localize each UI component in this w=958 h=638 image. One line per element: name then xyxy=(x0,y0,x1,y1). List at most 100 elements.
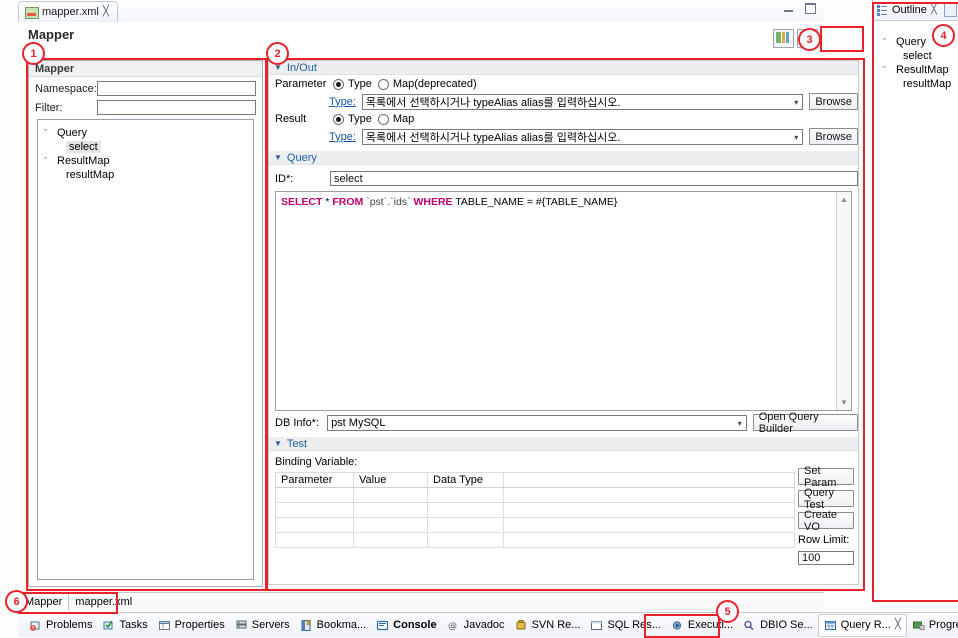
result-type-link[interactable]: Type: xyxy=(329,131,356,143)
binding-variable-label: Binding Variable: xyxy=(269,451,858,468)
tree-item-select[interactable]: select xyxy=(38,140,253,154)
open-query-builder-button[interactable]: Open Query Builder xyxy=(753,414,858,431)
page-icon[interactable] xyxy=(944,3,957,17)
view-tab-properties[interactable]: Properties xyxy=(153,615,230,636)
progress-icon xyxy=(912,619,925,632)
binding-variable-table[interactable]: Parameter Value Data Type xyxy=(275,472,795,548)
view-tab-label: Javadoc xyxy=(464,619,505,631)
sql-statement: SELECT * FROM `pst`.`ids` WHERE TABLE_NA… xyxy=(281,196,831,208)
tree-item-resultmap-child[interactable]: resultMap xyxy=(38,168,253,182)
chevron-down-icon[interactable]: ▾ xyxy=(738,419,742,428)
create-vo-button[interactable]: Create VO xyxy=(798,512,854,529)
section-header-inout[interactable]: ▼ In/Out xyxy=(269,61,858,75)
result-map-radio[interactable]: Map xyxy=(378,113,414,125)
table-row[interactable] xyxy=(276,533,795,548)
chevron-down-icon[interactable]: ˇ xyxy=(44,128,53,138)
query-test-button[interactable]: Query Test xyxy=(798,490,854,507)
sql-scrollbar[interactable]: ▲ ▼ xyxy=(836,192,851,410)
result-browse-button[interactable]: Browse xyxy=(809,128,858,145)
radio-icon[interactable] xyxy=(378,114,389,125)
javadoc-icon: @ xyxy=(447,619,460,632)
view-tab-label: DBIO Se... xyxy=(760,619,813,631)
sql-editor[interactable]: SELECT * FROM `pst`.`ids` WHERE TABLE_NA… xyxy=(275,191,852,411)
view-tab-console[interactable]: Console xyxy=(371,615,441,636)
scroll-down-icon[interactable]: ▼ xyxy=(840,398,848,407)
outline-item-resultmap[interactable]: ˇ ResultMap xyxy=(877,63,958,77)
chevron-down-icon[interactable]: ▾ xyxy=(794,98,798,107)
view-tab-label: SVN Re... xyxy=(532,619,581,631)
twisty-icon[interactable]: ▼ xyxy=(274,153,282,162)
view-tab-sql-results[interactable]: SQL Res... xyxy=(585,615,665,636)
outline-item-label: Query xyxy=(896,36,926,48)
page-tab-mapper-xml[interactable]: mapper.xml xyxy=(69,594,138,610)
view-tab-javadoc[interactable]: @ Javadoc xyxy=(442,615,510,636)
close-icon[interactable]: ╳ xyxy=(895,620,901,630)
cell xyxy=(428,503,504,518)
radio-icon[interactable] xyxy=(333,79,344,90)
outline-tab[interactable]: Outline ╳ xyxy=(873,0,958,21)
maximize-icon[interactable] xyxy=(805,3,816,14)
radio-icon[interactable] xyxy=(378,79,389,90)
section-header-query[interactable]: ▼ Query xyxy=(269,151,858,165)
cell xyxy=(504,518,795,533)
parameter-browse-button[interactable]: Browse xyxy=(809,93,858,110)
close-icon[interactable]: ╳ xyxy=(103,7,109,17)
radio-icon[interactable] xyxy=(333,114,344,125)
properties-icon xyxy=(158,619,171,632)
result-type-radio[interactable]: Type xyxy=(333,113,372,125)
cell xyxy=(276,518,354,533)
filter-row: Filter: xyxy=(29,96,262,115)
table-row[interactable] xyxy=(276,503,795,518)
dbinfo-row: DB Info*: pst MySQL ▾ Open Query Builder xyxy=(269,411,858,431)
sql-keyword-where: WHERE xyxy=(413,196,452,208)
row-limit-input[interactable] xyxy=(798,551,854,565)
cell xyxy=(276,488,354,503)
filter-label: Filter: xyxy=(35,102,91,114)
tree-item-label: Query xyxy=(57,127,87,139)
section-title: Test xyxy=(287,438,307,450)
view-tab-servers[interactable]: Servers xyxy=(230,615,295,636)
chevron-down-icon[interactable]: ˇ xyxy=(44,156,53,166)
chevron-down-icon[interactable]: ˇ xyxy=(883,37,892,47)
table-row[interactable] xyxy=(276,488,795,503)
parameter-map-radio[interactable]: Map(deprecated) xyxy=(378,78,477,90)
twisty-icon[interactable]: ▼ xyxy=(274,439,282,448)
view-tab-svn-repositories[interactable]: SVN Re... xyxy=(510,615,586,636)
view-tab-label: Bookma... xyxy=(317,619,367,631)
parameter-type-link[interactable]: Type: xyxy=(329,96,356,108)
sql-table: `pst`.`ids` xyxy=(366,196,410,208)
columns-layout-button[interactable] xyxy=(773,29,794,48)
view-tab-progress[interactable]: Progress xyxy=(907,615,958,636)
query-id-input[interactable] xyxy=(330,171,858,186)
minimize-icon[interactable] xyxy=(784,4,795,14)
editor-tab-mapper-xml[interactable]: mapper.xml ╳ xyxy=(18,1,118,22)
chevron-down-icon[interactable]: ˇ xyxy=(883,65,892,75)
parameter-type-combo[interactable]: 목록에서 선택하시거나 typeAlias alias를 입력하십시오. ▾ xyxy=(362,94,803,110)
set-param-button[interactable]: Set Param xyxy=(798,468,854,485)
mapper-tree[interactable]: ˇ Query select ˇ ResultMap resultMap xyxy=(37,119,254,580)
view-tab-label: SQL Res... xyxy=(607,619,660,631)
view-tab-query-results[interactable]: Query R... ╳ xyxy=(818,614,907,637)
outline-item-select[interactable]: select xyxy=(877,49,958,63)
tree-item-resultmap[interactable]: ˇ ResultMap xyxy=(38,154,253,168)
filter-input[interactable] xyxy=(97,100,256,115)
tree-item-query[interactable]: ˇ Query xyxy=(38,126,253,140)
column-header-parameter: Parameter xyxy=(276,473,354,488)
section-header-test[interactable]: ▼ Test xyxy=(269,437,858,451)
parameter-type-radio[interactable]: Type xyxy=(333,78,372,90)
namespace-input[interactable] xyxy=(97,81,256,96)
close-icon[interactable]: ╳ xyxy=(931,5,937,15)
view-tab-dbio-search[interactable]: DBIO Se... xyxy=(738,615,818,636)
cell xyxy=(428,518,504,533)
radio-label: Type xyxy=(348,78,372,90)
view-tab-bookmarks[interactable]: Bookma... xyxy=(295,615,372,636)
table-row[interactable] xyxy=(276,518,795,533)
outline-item-resultmap-child[interactable]: resultMap xyxy=(877,77,958,91)
scroll-up-icon[interactable]: ▲ xyxy=(840,195,848,204)
dbinfo-combo[interactable]: pst MySQL ▾ xyxy=(327,415,747,431)
view-tab-label: Properties xyxy=(175,619,225,631)
view-tab-problems[interactable]: Problems xyxy=(24,615,97,636)
view-tab-tasks[interactable]: Tasks xyxy=(97,615,152,636)
result-type-combo[interactable]: 목록에서 선택하시거나 typeAlias alias를 입력하십시오. ▾ xyxy=(362,129,803,145)
chevron-down-icon[interactable]: ▾ xyxy=(794,133,798,142)
